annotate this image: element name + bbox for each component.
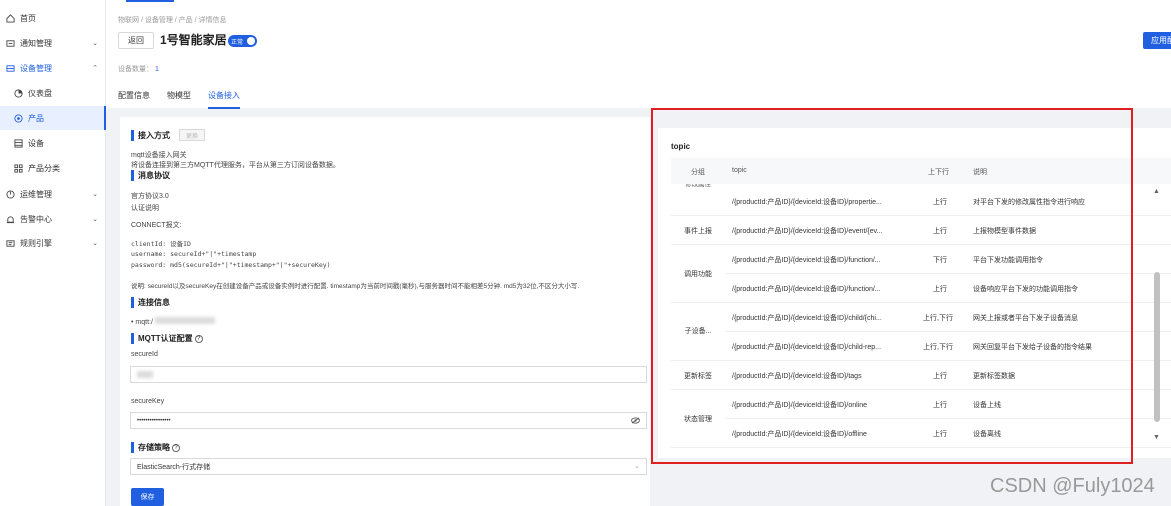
- sidebar-item-product[interactable]: 产品: [0, 106, 106, 130]
- device-icon: [6, 64, 15, 73]
- sidebar-item-label: 告警中心: [20, 214, 52, 224]
- chevron-down-icon: ⌄: [634, 463, 640, 470]
- notification-icon: [6, 39, 15, 48]
- ops-icon: [6, 189, 15, 199]
- help-icon[interactable]: ?: [194, 334, 203, 343]
- storage-select[interactable]: ElasticSearch-行式存储 ⌄: [130, 458, 647, 475]
- sidebar-item-rule[interactable]: 规则引擎 ⌄: [0, 231, 106, 255]
- section-access: 接入方式: [131, 130, 170, 141]
- help-icon[interactable]: ?: [172, 443, 180, 452]
- scroll-up-arrow-icon[interactable]: ▲: [1153, 188, 1160, 195]
- code-password: password: md5(secureId+"|"+timestamp+"|"…: [131, 261, 331, 269]
- sidebar-item-label: 仪表盘: [28, 88, 52, 98]
- save-button[interactable]: 保存: [131, 488, 164, 506]
- protocol-name: 官方协议3.0: [131, 193, 169, 200]
- section-connection: 连接信息: [131, 297, 170, 308]
- back-button[interactable]: 返回: [118, 32, 154, 49]
- tab-config[interactable]: 配置信息: [118, 90, 150, 109]
- access-config-panel: 接入方式 更换 mqtt设备接入网关 将设备连接到第三方MQTT代理服务，平台从…: [120, 117, 650, 506]
- watermark: CSDN @Fuly1024: [990, 475, 1155, 497]
- device-list-icon: [14, 138, 23, 148]
- eye-icon[interactable]: [631, 417, 640, 426]
- chevron-down-icon: ⌄: [92, 191, 98, 198]
- highlight-annotation-box: [651, 108, 1133, 464]
- status-toggle[interactable]: 正常: [228, 35, 257, 47]
- sidebar-item-label: 设备管理: [20, 63, 52, 73]
- chevron-up-icon: ⌃: [92, 65, 98, 72]
- section-protocol: 消息协议: [131, 170, 170, 181]
- secure-key-label: secureKey: [131, 398, 165, 405]
- tab-device-access[interactable]: 设备接入: [208, 90, 240, 109]
- page-header: 物联网 / 设备管理 / 产品 / 详情信息 返回 1号智能家居 正常 应用配置…: [106, 3, 1171, 109]
- secure-key-input[interactable]: ••••••••••••••••: [130, 412, 647, 429]
- chevron-down-icon: ⌄: [92, 240, 98, 247]
- secure-id-label: secureId: [131, 351, 158, 358]
- sidebar-item-label: 设备: [28, 138, 44, 148]
- scroll-down-arrow-icon[interactable]: ▼: [1153, 434, 1160, 441]
- sidebar-item-label: 产品: [28, 113, 44, 123]
- apply-config-button[interactable]: 应用配置: [1143, 32, 1171, 49]
- connection-info: • mqtt:/: [131, 317, 215, 326]
- product-icon: [14, 113, 23, 123]
- page-title: 1号智能家居: [160, 33, 227, 47]
- sidebar-item-label: 通知管理: [20, 38, 52, 48]
- breadcrumb: 物联网 / 设备管理 / 产品 / 详情信息: [118, 17, 227, 24]
- sidebar-item-label: 运维管理: [20, 189, 52, 199]
- code-username: username: secureId+"|"+timestamp: [131, 250, 257, 258]
- access-name: mqtt设备接入网关: [131, 152, 187, 159]
- device-count: 设备数量： 1: [118, 66, 159, 73]
- change-access-button[interactable]: 更换: [179, 129, 205, 141]
- sidebar: 首页 通知管理 ⌄ 设备管理 ⌃ 仪表盘 产品 设备 产品分类 运维管理 ⌄ 告…: [0, 0, 106, 506]
- tab-bar: 配置信息 物模型 设备接入: [118, 90, 257, 109]
- chevron-down-icon: ⌄: [92, 40, 98, 47]
- sidebar-item-label: 规则引擎: [20, 238, 52, 248]
- access-desc: 将设备连接到第三方MQTT代理服务，平台从第三方订阅设备数据。: [131, 162, 340, 169]
- sidebar-item-device-mgmt[interactable]: 设备管理 ⌃: [0, 56, 106, 80]
- sidebar-item-label: 首页: [20, 13, 36, 23]
- dashboard-icon: [14, 88, 23, 98]
- status-label: 正常: [231, 39, 244, 46]
- section-storage: 存储策略?: [131, 442, 180, 453]
- connect-label: CONNECT报文:: [131, 222, 182, 229]
- sidebar-item-ops[interactable]: 运维管理 ⌄: [0, 182, 106, 206]
- auth-note: 说明: secureId以及secureKey在创建设备产品或设备实例时进行配置…: [131, 283, 580, 290]
- tab-thing-model[interactable]: 物模型: [167, 90, 191, 109]
- toggle-knob: [247, 37, 255, 45]
- rule-icon: [6, 239, 15, 248]
- category-icon: [14, 163, 23, 173]
- home-icon: [6, 13, 15, 23]
- alarm-icon: [6, 215, 15, 224]
- auth-title: 认证说明: [131, 205, 159, 212]
- sidebar-item-home[interactable]: 首页: [0, 6, 106, 30]
- sidebar-item-notification[interactable]: 通知管理 ⌄: [0, 31, 106, 55]
- sidebar-item-label: 产品分类: [28, 163, 60, 173]
- sidebar-item-alarm[interactable]: 告警中心 ⌄: [0, 207, 106, 231]
- sidebar-item-category[interactable]: 产品分类: [0, 156, 106, 180]
- code-client-id: clientId: 设备ID: [131, 240, 191, 248]
- section-mqtt-auth: MQTT认证配置?: [131, 333, 203, 344]
- secure-id-input[interactable]: [130, 366, 647, 383]
- chevron-down-icon: ⌄: [92, 216, 98, 223]
- device-count-value[interactable]: 1: [155, 66, 159, 73]
- scrollbar-thumb[interactable]: [1154, 272, 1160, 422]
- sidebar-item-device[interactable]: 设备: [0, 131, 106, 155]
- sidebar-item-dashboard[interactable]: 仪表盘: [0, 81, 106, 105]
